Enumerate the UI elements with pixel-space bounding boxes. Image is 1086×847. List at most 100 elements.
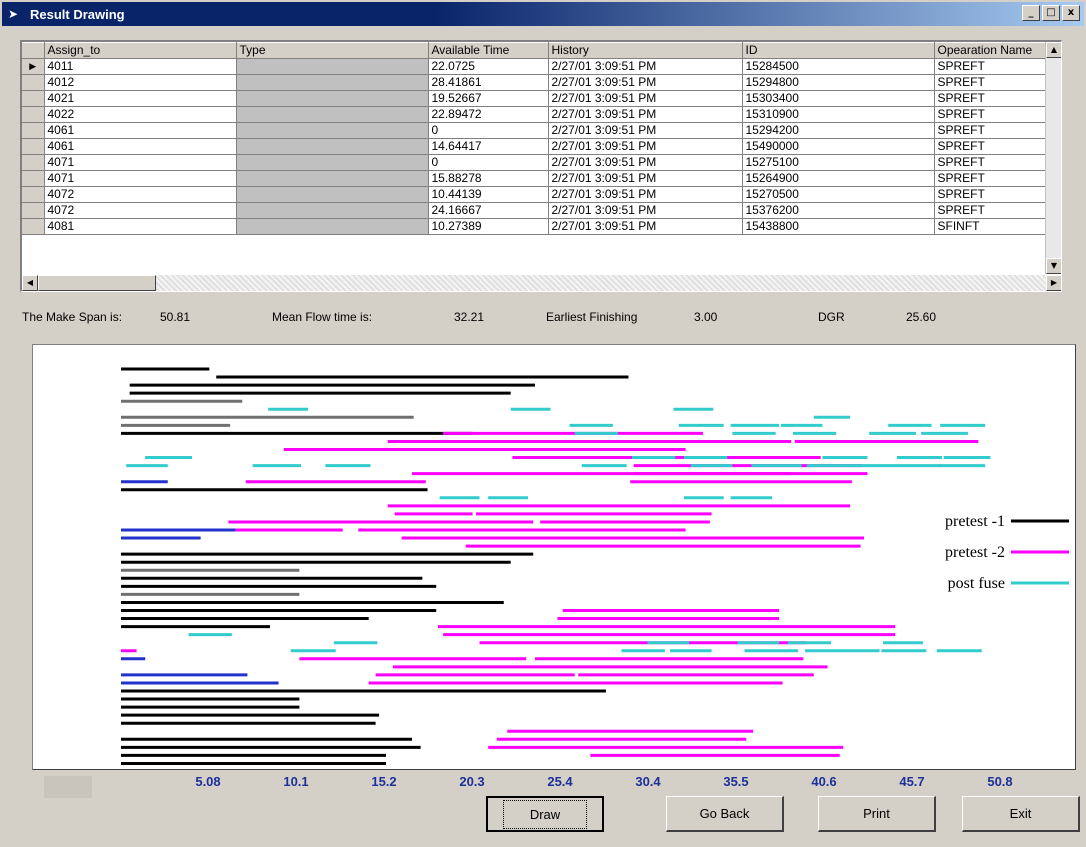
row-selector[interactable] bbox=[22, 74, 45, 91]
table-cell[interactable]: 15275100 bbox=[742, 154, 935, 171]
table-cell[interactable]: SPREFT bbox=[934, 106, 1049, 123]
draw-button[interactable]: Draw bbox=[486, 796, 604, 832]
table-cell[interactable]: SPREFT bbox=[934, 154, 1049, 171]
table-cell[interactable]: 28.41861 bbox=[428, 74, 549, 91]
table-cell[interactable]: 0 bbox=[428, 122, 549, 139]
table-cell[interactable] bbox=[236, 106, 429, 123]
scroll-down-icon[interactable]: ▼ bbox=[1046, 258, 1061, 274]
scroll-up-icon[interactable]: ▲ bbox=[1046, 42, 1061, 58]
maximize-button[interactable]: □ bbox=[1042, 5, 1060, 21]
table-cell[interactable]: 15438800 bbox=[742, 218, 935, 235]
table-cell[interactable]: SPREFT bbox=[934, 122, 1049, 139]
table-cell[interactable]: 4072 bbox=[44, 202, 237, 219]
table-cell[interactable]: 4011 bbox=[44, 58, 237, 75]
table-cell[interactable]: 2/27/01 3:09:51 PM bbox=[548, 90, 743, 107]
current-row-arrow-icon[interactable]: ▶ bbox=[22, 58, 45, 75]
table-cell[interactable] bbox=[236, 170, 429, 187]
table-row[interactable]: 4071 15.88278 2/27/01 3:09:51 PM 15264900 SP… bbox=[22, 170, 1049, 187]
table-cell[interactable]: 10.44139 bbox=[428, 186, 549, 203]
table-cell[interactable]: 15284500 bbox=[742, 58, 935, 75]
table-cell[interactable]: 2/27/01 3:09:51 PM bbox=[548, 58, 743, 75]
table-cell[interactable]: 15270500 bbox=[742, 186, 935, 203]
row-selector[interactable] bbox=[22, 218, 45, 235]
table-cell[interactable]: 4021 bbox=[44, 90, 237, 107]
table-cell[interactable] bbox=[236, 122, 429, 139]
row-selector[interactable] bbox=[22, 186, 45, 203]
table-cell[interactable]: SPREFT bbox=[934, 138, 1049, 155]
table-cell[interactable]: 0 bbox=[428, 154, 549, 171]
table-cell[interactable]: 10.27389 bbox=[428, 218, 549, 235]
table-cell[interactable]: 2/27/01 3:09:51 PM bbox=[548, 106, 743, 123]
table-row[interactable]: ▶ 4011 22.0725 2/27/01 3:09:51 PM 15284500 SP… bbox=[22, 58, 1049, 75]
scroll-right-icon[interactable]: ▶ bbox=[1046, 275, 1061, 291]
table-row[interactable]: 4072 24.16667 2/27/01 3:09:51 PM 15376200 SP… bbox=[22, 202, 1049, 219]
column-header[interactable]: Opearation Name bbox=[934, 42, 1049, 59]
table-cell[interactable]: 2/27/01 3:09:51 PM bbox=[548, 202, 743, 219]
table-row[interactable]: 4022 22.89472 2/27/01 3:09:51 PM 15310900 SP… bbox=[22, 106, 1049, 123]
table-cell[interactable]: 4061 bbox=[44, 138, 237, 155]
table-cell[interactable]: 2/27/01 3:09:51 PM bbox=[548, 74, 743, 91]
table-row[interactable]: 4061 0 2/27/01 3:09:51 PM 15294200 SPREFT bbox=[22, 122, 1049, 139]
table-cell[interactable]: SPREFT bbox=[934, 186, 1049, 203]
column-header[interactable]: Assign_to bbox=[44, 42, 237, 59]
table-cell[interactable]: 2/27/01 3:09:51 PM bbox=[548, 154, 743, 171]
scroll-left-icon[interactable]: ◀ bbox=[22, 275, 38, 291]
row-selector[interactable] bbox=[22, 154, 45, 171]
table-cell[interactable]: 22.0725 bbox=[428, 58, 549, 75]
table-cell[interactable]: 2/27/01 3:09:51 PM bbox=[548, 138, 743, 155]
table-cell[interactable]: SPREFT bbox=[934, 90, 1049, 107]
table-cell[interactable]: 15376200 bbox=[742, 202, 935, 219]
row-selector[interactable] bbox=[22, 170, 45, 187]
table-cell[interactable] bbox=[236, 74, 429, 91]
table-cell[interactable] bbox=[236, 90, 429, 107]
table-cell[interactable]: 15490000 bbox=[742, 138, 935, 155]
table-cell[interactable]: 15294800 bbox=[742, 74, 935, 91]
table-cell[interactable]: 15303400 bbox=[742, 90, 935, 107]
table-cell[interactable]: 2/27/01 3:09:51 PM bbox=[548, 218, 743, 235]
column-header[interactable]: Type bbox=[236, 42, 429, 59]
table-cell[interactable]: SPREFT bbox=[934, 170, 1049, 187]
title-bar[interactable]: ➤ Result Drawing _ □ x bbox=[2, 2, 1084, 26]
table-cell[interactable]: 15.88278 bbox=[428, 170, 549, 187]
minimize-button[interactable]: _ bbox=[1022, 5, 1040, 21]
table-cell[interactable] bbox=[236, 218, 429, 235]
row-selector[interactable] bbox=[22, 138, 45, 155]
table-cell[interactable] bbox=[236, 202, 429, 219]
vertical-scrollbar[interactable]: ▲ ▼ bbox=[1045, 42, 1061, 274]
table-cell[interactable]: 15310900 bbox=[742, 106, 935, 123]
table-row[interactable]: 4072 10.44139 2/27/01 3:09:51 PM 15270500 SP… bbox=[22, 186, 1049, 203]
horizontal-scroll-thumb[interactable] bbox=[38, 275, 156, 291]
table-cell[interactable]: 15264900 bbox=[742, 170, 935, 187]
table-cell[interactable]: 2/27/01 3:09:51 PM bbox=[548, 170, 743, 187]
table-row[interactable]: 4081 10.27389 2/27/01 3:09:51 PM 15438800 SF… bbox=[22, 218, 1049, 235]
table-row[interactable]: 4061 14.64417 2/27/01 3:09:51 PM 15490000 SP… bbox=[22, 138, 1049, 155]
table-row[interactable]: 4021 19.52667 2/27/01 3:09:51 PM 15303400 SP… bbox=[22, 90, 1049, 107]
table-cell[interactable]: 4081 bbox=[44, 218, 237, 235]
table-cell[interactable]: SPREFT bbox=[934, 74, 1049, 91]
table-cell[interactable]: 4072 bbox=[44, 186, 237, 203]
go-back-button[interactable]: Go Back bbox=[666, 796, 784, 832]
table-cell[interactable]: SFINFT bbox=[934, 218, 1049, 235]
table-cell[interactable]: 2/27/01 3:09:51 PM bbox=[548, 122, 743, 139]
table-cell[interactable]: 4071 bbox=[44, 154, 237, 171]
print-button[interactable]: Print bbox=[818, 796, 936, 832]
close-button[interactable]: x bbox=[1062, 5, 1080, 21]
results-grid[interactable]: Assign_to Type Available Time History ID… bbox=[20, 40, 1062, 292]
row-selector[interactable] bbox=[22, 106, 45, 123]
table-cell[interactable]: 15294200 bbox=[742, 122, 935, 139]
table-cell[interactable]: 22.89472 bbox=[428, 106, 549, 123]
row-selector[interactable] bbox=[22, 202, 45, 219]
table-cell[interactable]: 19.52667 bbox=[428, 90, 549, 107]
table-cell[interactable] bbox=[236, 58, 429, 75]
row-selector[interactable] bbox=[22, 90, 45, 107]
exit-button[interactable]: Exit bbox=[962, 796, 1080, 832]
table-row[interactable]: 4012 28.41861 2/27/01 3:09:51 PM 15294800 SP… bbox=[22, 74, 1049, 91]
table-cell[interactable]: SPREFT bbox=[934, 58, 1049, 75]
table-cell[interactable]: 2/27/01 3:09:51 PM bbox=[548, 186, 743, 203]
table-cell[interactable]: 4022 bbox=[44, 106, 237, 123]
table-cell[interactable] bbox=[236, 138, 429, 155]
table-cell[interactable] bbox=[236, 186, 429, 203]
table-cell[interactable]: SPREFT bbox=[934, 202, 1049, 219]
row-selector[interactable] bbox=[22, 122, 45, 139]
table-cell[interactable]: 4061 bbox=[44, 122, 237, 139]
